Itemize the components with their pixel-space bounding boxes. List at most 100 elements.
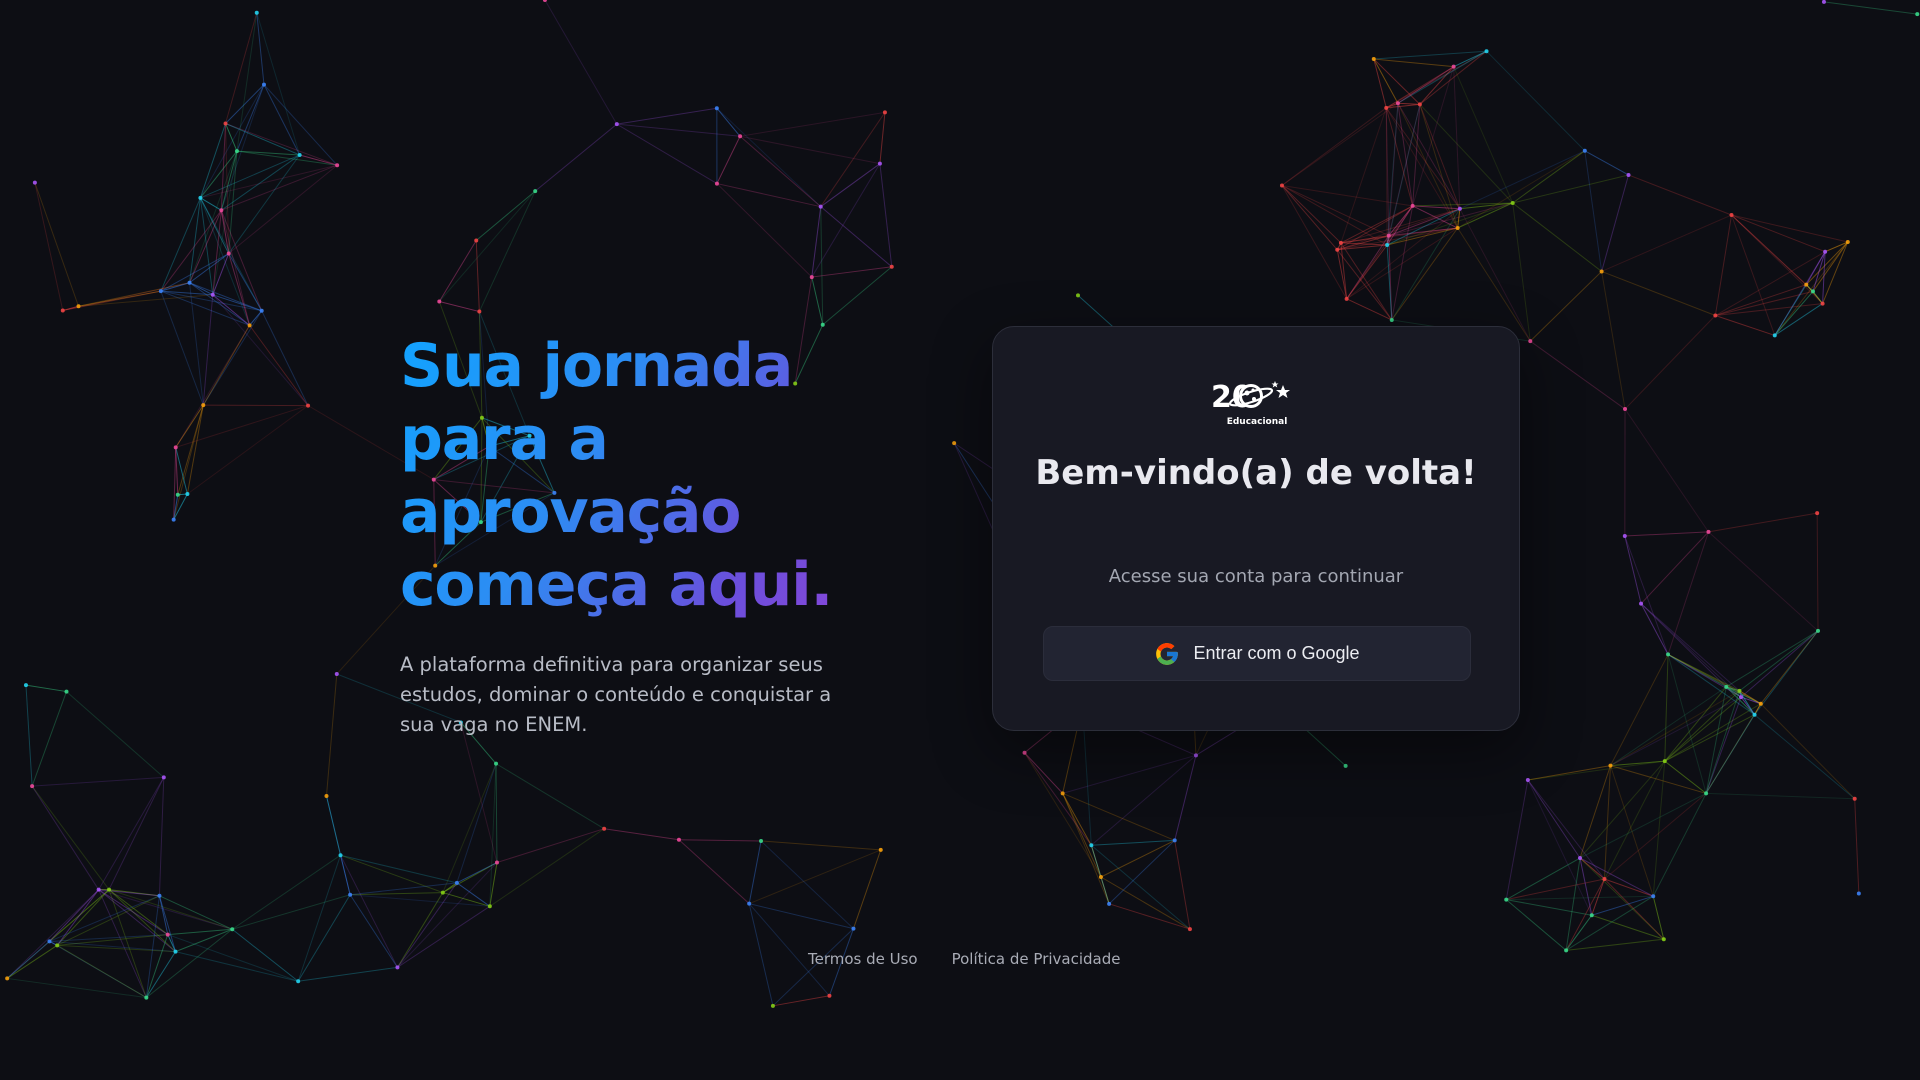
constellation-line: [1505, 899, 1567, 951]
constellation-dot: [1395, 101, 1400, 106]
constellation-dot: [878, 847, 883, 852]
constellation-dot: [770, 1003, 775, 1008]
constellation-line: [489, 828, 605, 907]
constellation-dot: [533, 189, 538, 194]
constellation-line: [1281, 184, 1413, 207]
constellation-line: [1715, 290, 1814, 317]
constellation-line: [1624, 315, 1716, 410]
constellation-line: [1281, 185, 1338, 251]
constellation-line: [1640, 603, 1669, 655]
constellation-dot: [198, 195, 203, 200]
constellation-line: [475, 240, 480, 312]
constellation-line: [475, 190, 536, 241]
constellation-line: [221, 164, 338, 211]
constellation-dot: [487, 904, 492, 909]
constellation-dot: [714, 181, 719, 186]
constellation-line: [1708, 531, 1819, 632]
constellation-line: [1506, 878, 1605, 901]
welcome-subtitle: Acesse sua conta para continuar: [1108, 566, 1404, 587]
constellation-dot: [1451, 64, 1456, 69]
constellation-line: [1731, 214, 1823, 304]
constellation-line: [231, 854, 341, 930]
constellation-dot: [1338, 240, 1343, 245]
constellation-line: [158, 895, 176, 952]
constellation-dot: [1602, 876, 1607, 881]
constellation-line: [1397, 50, 1487, 104]
constellation-line: [1706, 792, 1855, 800]
constellation-line: [748, 849, 881, 905]
google-signin-button[interactable]: Entrar com o Google: [1043, 626, 1471, 681]
constellation-dot: [1389, 317, 1394, 322]
constellation-dot: [1075, 293, 1080, 298]
constellation-dot: [889, 264, 894, 269]
constellation-dot: [210, 292, 215, 297]
constellation-line: [1640, 531, 1709, 605]
hero-heading-line: começa aqui.: [400, 550, 833, 620]
constellation-dot: [1089, 843, 1094, 848]
constellation-dot: [175, 492, 180, 497]
constellation-dot: [1623, 407, 1628, 412]
terms-of-use-link[interactable]: Termos de Uso: [808, 950, 918, 968]
constellation-line: [852, 849, 882, 929]
privacy-policy-link[interactable]: Política de Privacidade: [952, 950, 1121, 968]
constellation-line: [879, 112, 886, 164]
constellation-dot: [1622, 534, 1627, 539]
constellation-line: [1281, 185, 1348, 300]
constellation-line: [249, 310, 263, 326]
constellation-line: [108, 889, 147, 998]
constellation-line: [1664, 686, 1727, 762]
constellation-dot: [1589, 913, 1594, 918]
hero-heading-line: aprovação: [400, 477, 741, 547]
constellation-line: [7, 977, 147, 999]
constellation-line: [397, 905, 491, 968]
constellation-dot: [1639, 601, 1644, 606]
constellation-line: [678, 839, 750, 905]
constellation-dot: [952, 441, 957, 446]
constellation-dot: [1852, 796, 1857, 801]
constellation-dot: [334, 672, 339, 677]
constellation-line: [495, 763, 498, 863]
constellation-dot: [1724, 684, 1729, 689]
constellation-dot: [1455, 226, 1460, 231]
constellation-line: [456, 882, 491, 907]
constellation-dot: [55, 943, 60, 948]
constellation-line: [749, 903, 854, 930]
constellation-line: [1527, 765, 1611, 781]
constellation-line: [1512, 202, 1602, 272]
constellation-line: [1512, 150, 1586, 204]
constellation-line: [716, 183, 821, 208]
constellation-line: [177, 404, 204, 495]
constellation-lines: [6, 0, 1918, 1007]
constellation-line: [496, 828, 605, 864]
constellation-line: [879, 163, 893, 267]
constellation-line: [820, 163, 881, 208]
constellation-line: [186, 405, 204, 495]
constellation-dot: [614, 122, 619, 127]
constellation-line: [716, 107, 741, 137]
constellation-line: [325, 673, 338, 797]
constellation-line: [1604, 878, 1654, 897]
constellation-line: [1457, 150, 1586, 229]
constellation-line: [160, 282, 190, 292]
constellation-line: [1584, 150, 1629, 176]
constellation-dot: [1193, 753, 1198, 758]
constellation-dot: [32, 180, 37, 185]
constellation-line: [716, 136, 741, 184]
constellation-line: [1604, 793, 1707, 880]
constellation-line: [32, 776, 164, 787]
constellation-line: [66, 691, 165, 778]
constellation-line: [175, 405, 309, 448]
constellation-line: [1091, 839, 1175, 846]
constellation-line: [1652, 896, 1665, 940]
login-card: 20 Educacional Bem-vindo(a) de volta! Ac…: [992, 326, 1520, 731]
constellation-dot: [1457, 206, 1462, 211]
constellation-line: [1774, 241, 1849, 336]
constellation-line: [1760, 703, 1856, 800]
constellation-line: [811, 276, 824, 325]
constellation-line: [1373, 58, 1399, 104]
constellation-line: [34, 182, 79, 307]
constellation-line: [1373, 58, 1454, 68]
constellation-dot: [5, 976, 10, 981]
constellation-dot: [30, 784, 35, 789]
constellation-line: [158, 777, 165, 896]
